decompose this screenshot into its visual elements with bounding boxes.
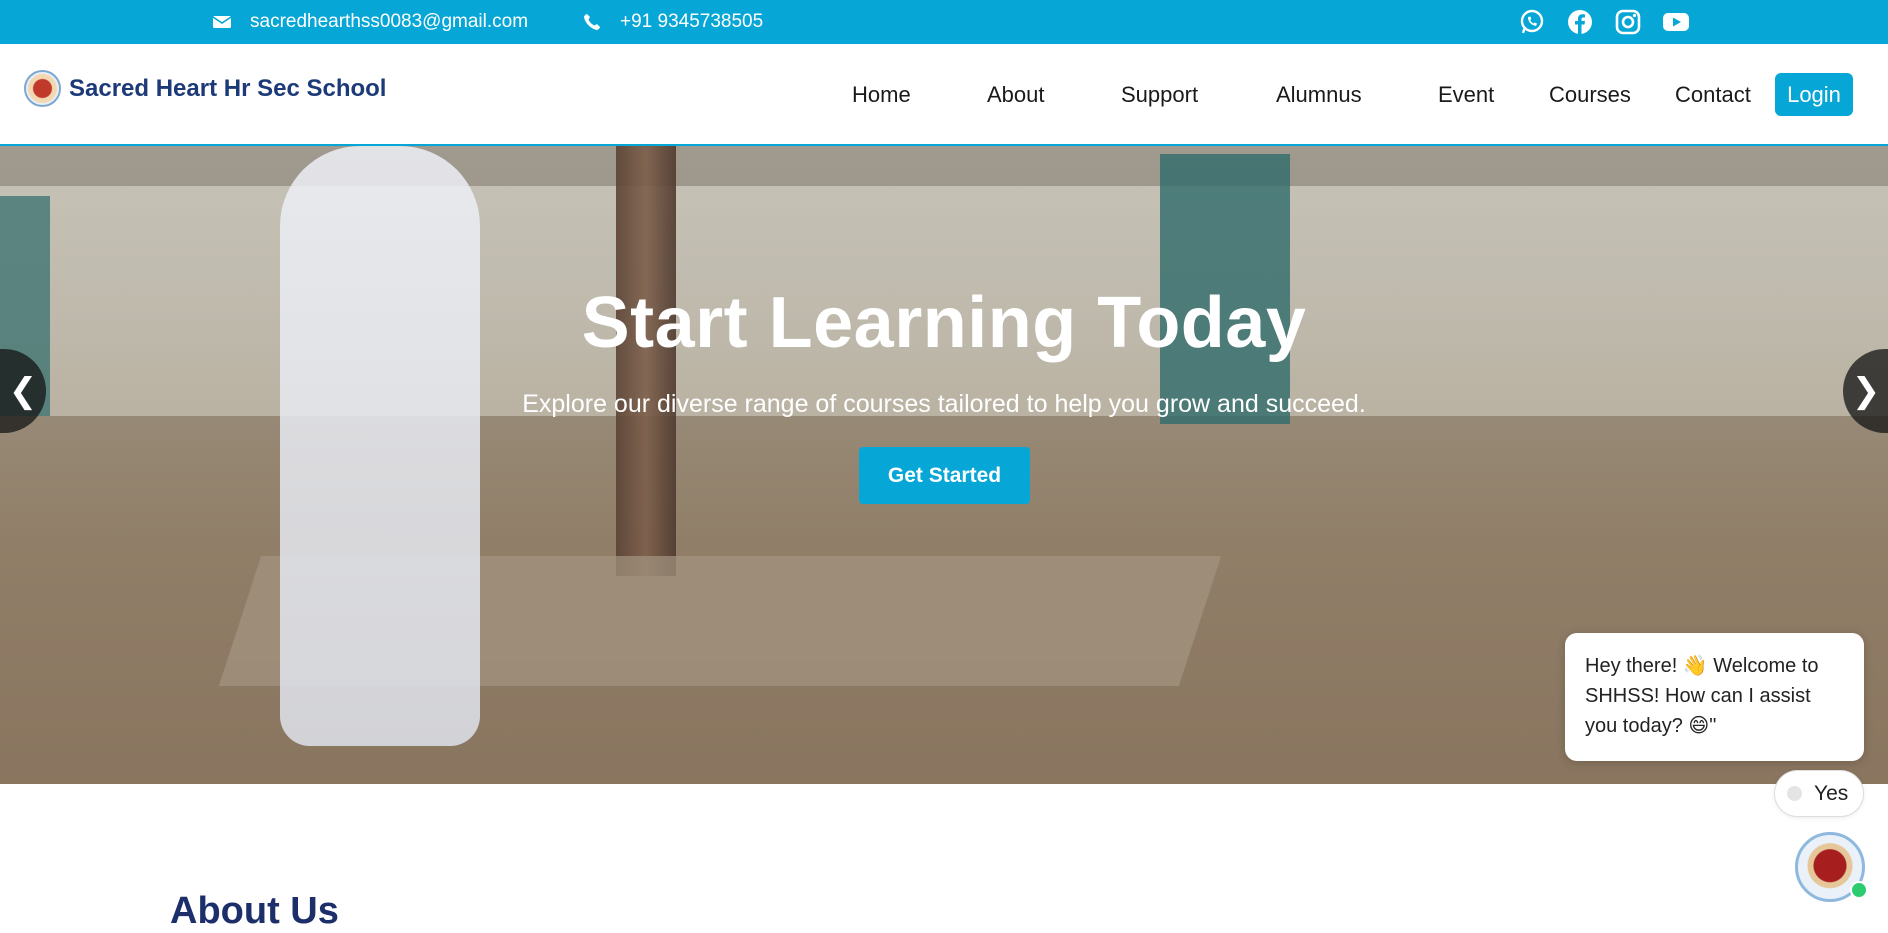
nav-item-courses[interactable]: Courses [1549, 82, 1631, 108]
hero-background-student [280, 146, 480, 746]
radio-dot-icon [1787, 786, 1802, 801]
envelope-icon [212, 12, 232, 32]
phone-text[interactable]: +91 9345738505 [620, 11, 763, 33]
nav-item-event[interactable]: Event [1438, 82, 1494, 108]
brand-name[interactable]: Sacred Heart Hr Sec School [69, 75, 386, 103]
chat-message-bubble: Hey there! 👋 Welcome to SHHSS! How can I… [1565, 633, 1864, 761]
chat-reply-yes-button[interactable]: Yes [1774, 770, 1864, 817]
top-contact-bar: sacredhearthss0083@gmail.com +91 9345738… [0, 0, 1888, 44]
email-contact[interactable]: sacredhearthss0083@gmail.com [212, 0, 528, 44]
chevron-right-icon: ❯ [1851, 372, 1881, 410]
nav-item-home[interactable]: Home [852, 82, 911, 108]
chat-reply-label[interactable]: Yes [1814, 782, 1848, 806]
hero-subtitle: Explore our diverse range of courses tai… [522, 390, 1366, 418]
phone-contact[interactable]: +91 9345738505 [582, 0, 763, 44]
login-button[interactable]: Login [1775, 73, 1853, 116]
about-section-title: About Us [170, 890, 339, 932]
email-text[interactable]: sacredhearthss0083@gmail.com [250, 11, 528, 33]
nav-item-support[interactable]: Support [1121, 82, 1198, 108]
phone-icon [582, 12, 602, 32]
whatsapp-icon[interactable] [1518, 8, 1546, 36]
nav-item-alumnus[interactable]: Alumnus [1276, 82, 1362, 108]
youtube-icon[interactable] [1662, 8, 1690, 36]
school-crest-logo[interactable] [24, 70, 61, 107]
facebook-icon[interactable] [1566, 8, 1594, 36]
main-navbar: Sacred Heart Hr Sec School Home About Su… [0, 44, 1888, 146]
brand[interactable]: Sacred Heart Hr Sec School [24, 70, 386, 107]
social-links [1518, 8, 1690, 36]
chevron-left-icon: ❮ [8, 372, 38, 410]
get-started-button[interactable]: Get Started [859, 447, 1030, 504]
nav-item-about[interactable]: About [987, 82, 1045, 108]
online-status-icon [1850, 881, 1868, 899]
instagram-icon[interactable] [1614, 8, 1642, 36]
hero-title: Start Learning Today [581, 283, 1307, 363]
nav-item-contact[interactable]: Contact [1675, 82, 1751, 108]
